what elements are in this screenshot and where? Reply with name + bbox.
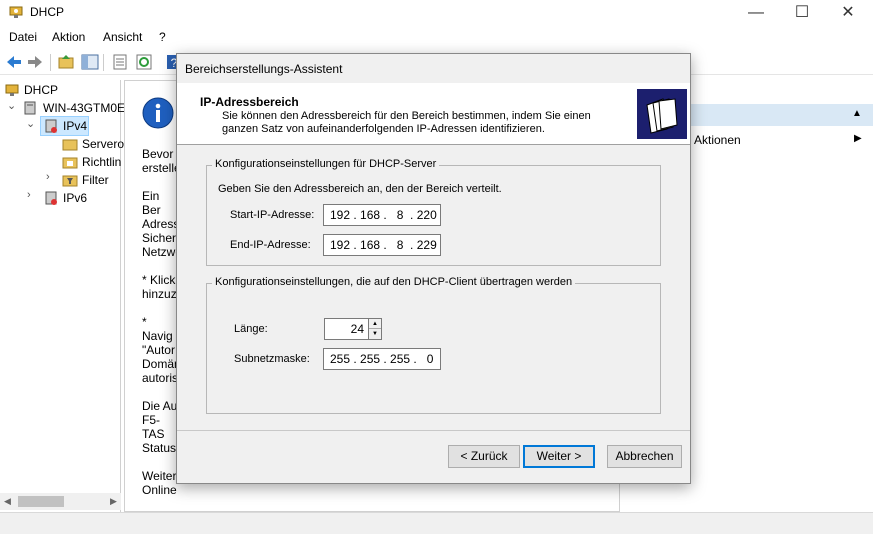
forward-arrow-icon[interactable] [25,52,45,72]
details-text: Bevor erstelle Ein Ber Adress Sicherh Ne… [142,147,178,497]
next-button[interactable]: Weiter > [523,445,595,468]
window-title: DHCP [30,5,65,19]
dialog-title: Bereichserstellungs-Assistent [185,62,343,76]
collapse-chevron-icon[interactable]: ⌄ [7,99,16,112]
documents-icon [646,98,678,134]
up-folder-icon[interactable] [56,52,76,72]
toolbar-separator [50,54,51,71]
tree-ipv6[interactable]: IPv6 [63,189,87,207]
submenu-arrow-icon: ▶ [854,133,862,144]
actions-header[interactable] [690,104,873,126]
scroll-left-icon[interactable]: ◀ [4,496,11,507]
folder-icon [62,139,78,151]
filter-icon [62,175,78,187]
length-label: Länge: [234,323,268,335]
menu-datei[interactable]: Datei [9,30,37,44]
scroll-right-icon[interactable]: ▶ [110,496,117,507]
status-bar [0,512,873,534]
button-divider [177,430,690,431]
dhcp-root-icon [5,84,19,96]
refresh-icon[interactable] [134,52,154,72]
server-icon [24,101,36,115]
expand-chevron-icon[interactable]: › [46,171,50,183]
tree-policies[interactable]: Richtlin [82,153,121,171]
toolbar-separator [103,54,104,71]
ipv4-icon [45,119,57,133]
menu-help[interactable]: ? [159,30,166,44]
end-ip-label: End-IP-Adresse: [230,239,311,251]
wizard-header-graphic [637,89,687,139]
back-button[interactable]: < Zurück [448,445,520,468]
expand-chevron-icon[interactable]: › [27,189,31,201]
wizard-page-subtitle: Sie können den Adressbereich für den Ber… [222,110,591,135]
group1-label: Konfigurationseinstellungen für DHCP-Ser… [212,158,440,170]
tree-server-options[interactable]: Servero [82,135,124,153]
subnet-mask-input[interactable]: 255 . 255 . 255 . 0 [323,348,441,370]
console-tree-icon[interactable] [80,52,100,72]
policy-folder-icon [62,157,78,169]
close-button[interactable]: ✕ [825,0,871,26]
spin-up-icon[interactable]: ▲ [369,319,381,329]
tree-server[interactable]: WIN-43GTM0E [43,99,125,117]
minimize-button[interactable]: — [733,0,779,26]
menu-aktion[interactable]: Aktion [52,30,85,44]
spin-down-icon[interactable]: ▼ [369,329,381,339]
start-ip-input[interactable]: 192 . 168 . 8 . 220 [323,204,441,226]
cancel-button[interactable]: Abbrechen [607,445,682,468]
group2-label: Konfigurationseinstellungen, die auf den… [212,276,576,288]
back-arrow-icon[interactable] [4,52,24,72]
maximize-button[interactable]: ☐ [779,0,825,26]
dhcp-app-icon [9,6,23,18]
prefix-length-spinner[interactable]: ▲ ▼ [368,318,382,340]
properties-icon[interactable] [110,52,130,72]
prefix-length-input[interactable]: 24 [324,318,369,340]
tree-filter[interactable]: Filter [82,171,109,189]
start-ip-label: Start-IP-Adresse: [230,209,315,221]
tree-ipv4[interactable]: IPv4 [63,117,87,135]
scrollbar-thumb[interactable] [18,496,64,507]
ipv6-icon [45,191,57,205]
menu-ansicht[interactable]: Ansicht [103,30,142,44]
info-icon [142,97,174,129]
collapse-chevron-icon[interactable]: ⌄ [26,117,35,130]
collapse-up-icon[interactable]: ▲ [852,108,862,119]
subnet-mask-label: Subnetzmaske: [234,353,310,365]
end-ip-input[interactable]: 192 . 168 . 8 . 229 [323,234,441,256]
wizard-page-title: IP-Adressbereich [200,95,299,109]
actions-more[interactable]: Aktionen [694,133,741,147]
tree-dhcp-root[interactable]: DHCP [24,81,58,99]
range-description: Geben Sie den Adressbereich an, den der … [218,183,502,195]
